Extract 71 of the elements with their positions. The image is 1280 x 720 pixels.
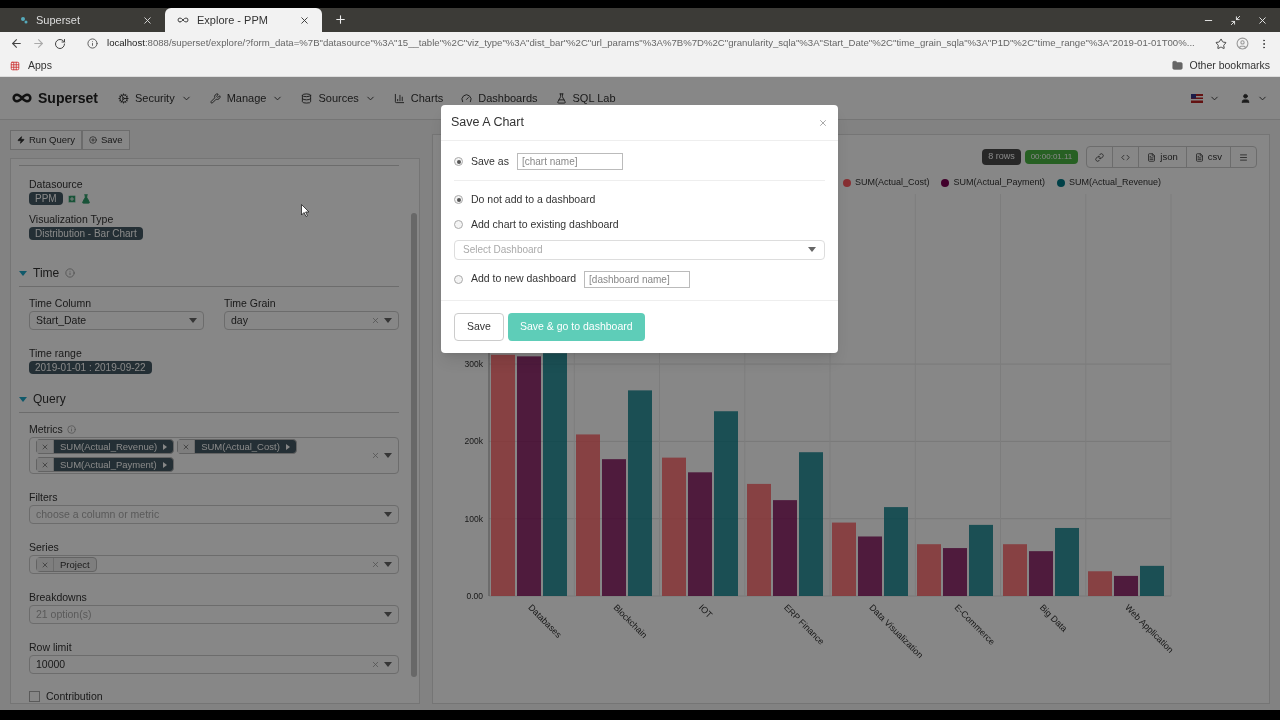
radio-label: Add chart to existing dashboard <box>471 216 619 232</box>
axis-tick-label: 300k <box>464 359 483 370</box>
field-label: Filters <box>29 491 59 504</box>
metrics-field[interactable]: SUM(Actual_Revenue) SUM(Actual_Cost) SUM(Actual_Payment) <box>29 437 399 474</box>
chart-name-field[interactable]: [chart name] <box>516 153 623 170</box>
select-field[interactable]: Start_Date <box>29 311 204 330</box>
nav-item[interactable]: Dashboards <box>461 89 538 107</box>
tab-title: Explore - PPM <box>197 12 269 28</box>
metric-tag[interactable]: SUM(Actual_Revenue) <box>36 439 175 454</box>
dialog-title: Save A Chart <box>451 114 524 132</box>
field-label: Row limit <box>29 641 73 654</box>
nav-item[interactable]: Sources <box>301 89 376 107</box>
field-label: Time range <box>29 347 83 360</box>
axis-tick-label: 0.00 <box>466 591 483 601</box>
datasource-tag[interactable]: PPM <box>29 192 63 205</box>
legend-item[interactable]: SUM(Actual_Payment) <box>941 176 1045 190</box>
field-label: Contribution <box>46 690 103 703</box>
tag-label: Project <box>59 558 91 571</box>
nav-item[interactable]: SQL Lab <box>555 89 616 107</box>
section-title: Time <box>33 265 60 282</box>
select-field[interactable]: day <box>224 311 399 330</box>
field-label: Metrics <box>29 423 63 436</box>
tab-title: Superset <box>36 12 82 28</box>
axis-tick-label: 100k <box>464 513 483 524</box>
field-label: Visualization Type <box>29 213 115 226</box>
metric-tag[interactable]: SUM(Actual_Payment) <box>36 457 174 472</box>
legend-item[interactable]: SUM(Actual_Revenue) <box>1056 176 1161 190</box>
legend-item[interactable]: SUM(Actual_Cost) <box>842 176 930 190</box>
dashboard-name-field[interactable]: [dashboard name] <box>584 270 691 288</box>
section-header[interactable]: Time <box>19 264 399 287</box>
axis-label: IOT <box>696 602 715 620</box>
section-header[interactable]: Query <box>19 390 399 413</box>
field-label: Series <box>29 541 60 554</box>
radio-label: Save as <box>471 153 509 169</box>
metric-tag[interactable]: Project <box>36 557 97 572</box>
select-field[interactable]: 10000 <box>29 655 399 674</box>
toolbar-button[interactable]: Save <box>81 130 130 150</box>
metric-tag[interactable]: SUM(Actual_Cost) <box>177 439 297 454</box>
tag-label: SUM(Actual_Payment) <box>59 458 158 471</box>
brand-logo[interactable]: Superset <box>12 87 98 109</box>
tag-label: SUM(Actual_Revenue) <box>59 440 159 453</box>
tag-label: SUM(Actual_Cost) <box>200 440 281 453</box>
field-label: Datasource <box>29 178 84 191</box>
axis-tick-label: 200k <box>464 436 483 447</box>
action-button[interactable]: json <box>1139 147 1187 167</box>
row-count-badge: 8 rows <box>982 149 1021 165</box>
save-button[interactable]: Save <box>454 312 504 341</box>
browser-tab[interactable]: Superset <box>8 8 165 32</box>
radio-label: Do not add to a dashboard <box>471 192 596 207</box>
action-button[interactable]: csv <box>1186 147 1231 167</box>
radio-label: Add to new dashboard <box>471 271 577 287</box>
field-label: Time Column <box>29 297 93 310</box>
bookmark-link[interactable]: Apps <box>10 57 52 74</box>
toolbar-button[interactable]: Run Query <box>10 130 82 150</box>
viz-type-tag[interactable]: Distribution - Bar Chart <box>29 227 143 240</box>
url-text[interactable]: localhost:8088/superset/explore/?form_data=%7B"datasource"%3A"15__table"%2C"viz_type"%3A"dist_bar"%2C"url_params"%3A%7B%7D%2C"granularity_sqla"%3A"Start_Date"%2C"time_grain_sqla"%3A"P1D"%2C"time_range"%3A"2019-01-01T00%... <box>107 36 1195 51</box>
field-label: Breakdowns <box>29 591 88 604</box>
field-label: Time Grain <box>224 297 277 310</box>
series-field[interactable]: Project <box>29 555 399 574</box>
bookmark-link[interactable]: Other bookmarks <box>1172 57 1270 74</box>
duration-badge: 00:00:01.11 <box>1024 150 1079 164</box>
select-value: 10000 <box>36 657 66 672</box>
nav-item[interactable]: Manage <box>209 89 284 107</box>
select-placeholder: Select Dashboard <box>463 243 544 257</box>
nav-item[interactable]: Charts <box>393 89 444 107</box>
browser-tab[interactable]: Explore - PPM <box>165 8 322 32</box>
nav-item[interactable]: Security <box>117 89 192 107</box>
select-value: day <box>231 313 248 328</box>
select-value: Start_Date <box>36 313 87 328</box>
time-range-tag[interactable]: 2019-01-01 : 2019-09-22 <box>29 361 152 374</box>
section-title: Query <box>33 391 66 408</box>
